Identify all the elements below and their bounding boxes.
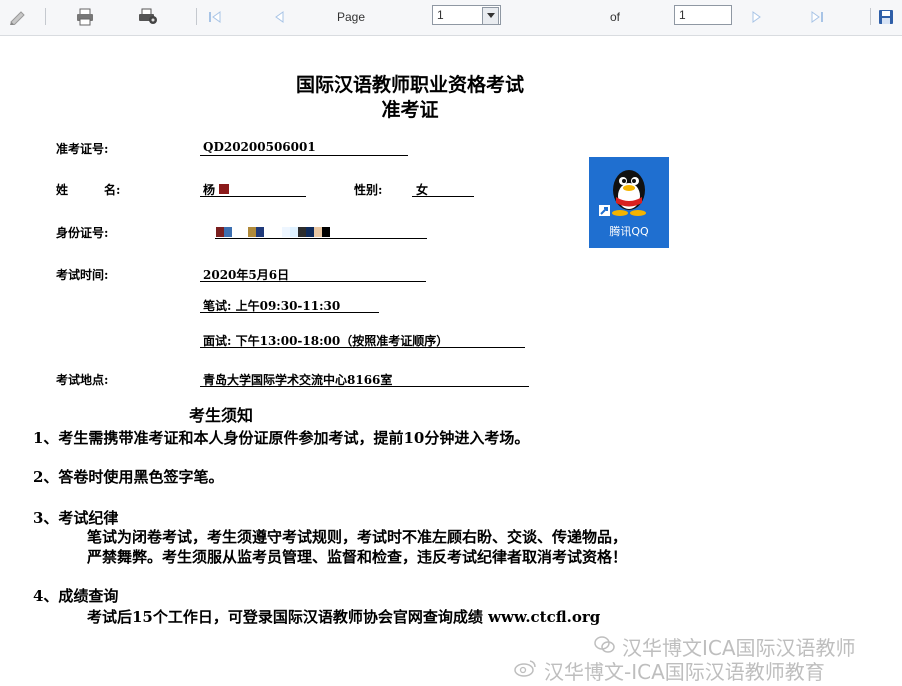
exam-time-label: 考试时间: bbox=[56, 268, 109, 282]
name-label: 姓 名: bbox=[56, 183, 121, 197]
notice-3-line-2: 严禁舞弊。考生须服从监考员管理、监督和检查，违反考试纪律者取消考试资格！ bbox=[87, 548, 628, 566]
notice-1: 1、考生需携带准考证和本人身份证原件参加考试，提前10分钟进入考场。 bbox=[33, 429, 530, 447]
notice-4-heading: 4、成绩查询 bbox=[33, 587, 119, 605]
exam-place-label: 考试地点: bbox=[56, 373, 109, 387]
exam-date-underline bbox=[200, 281, 426, 282]
notice-3-line-1: 笔试为闭卷考试，考生须遵守考试规则，考试时不准左顾右盼、交谈、传递物品， bbox=[87, 528, 628, 546]
ticket-number-label: 准考证号: bbox=[56, 142, 109, 156]
qq-shortcut-label: 腾讯QQ bbox=[609, 225, 649, 238]
of-label: of bbox=[610, 10, 621, 24]
report-viewer-toolbar: Page 1 of 1 bbox=[0, 0, 902, 36]
id-number-underline bbox=[215, 238, 427, 239]
interview-underline bbox=[200, 347, 525, 348]
pencil-icon[interactable] bbox=[8, 7, 28, 27]
print-icon[interactable] bbox=[74, 7, 96, 27]
toolbar-divider bbox=[45, 8, 46, 25]
next-page-icon[interactable] bbox=[748, 7, 766, 27]
admission-ticket-title: 准考证 bbox=[381, 99, 439, 121]
gender-underline bbox=[412, 196, 474, 197]
exam-title: 国际汉语教师职业资格考试 bbox=[295, 74, 524, 96]
notice-2: 2、答卷时使用黑色签字笔。 bbox=[33, 468, 224, 486]
notice-4-line-1: 考试后15个工作日，可登录国际汉语教师协会官网查询成绩 www.ctcfl.or… bbox=[87, 608, 601, 626]
prev-page-icon[interactable] bbox=[270, 7, 288, 27]
first-page-icon[interactable] bbox=[206, 7, 224, 27]
redacted-id-number bbox=[216, 227, 330, 237]
ticket-number-underline bbox=[200, 155, 408, 156]
wechat-icon bbox=[594, 635, 616, 659]
exam-place-underline bbox=[200, 386, 529, 387]
id-number-label: 身份证号: bbox=[56, 226, 109, 240]
notice-title: 考生须知 bbox=[189, 406, 254, 425]
gender-label: 性别: bbox=[354, 183, 383, 197]
weibo-icon bbox=[514, 658, 538, 683]
qq-shortcut-icon[interactable]: 腾讯QQ bbox=[589, 157, 669, 248]
written-exam-underline bbox=[200, 312, 379, 313]
watermark-text-2: 汉华博文-ICA国际汉语教师教育 bbox=[544, 660, 825, 684]
last-page-icon[interactable] bbox=[808, 7, 826, 27]
page-label: Page bbox=[337, 10, 366, 24]
toolbar-divider bbox=[196, 8, 197, 25]
save-icon[interactable] bbox=[877, 7, 895, 27]
notice-3-heading: 3、考试纪律 bbox=[33, 509, 119, 527]
page-select-value: 1 bbox=[437, 8, 444, 22]
toolbar-divider bbox=[870, 8, 871, 25]
total-pages-field[interactable]: 1 bbox=[674, 5, 732, 25]
redacted-name bbox=[219, 184, 229, 194]
chevron-down-icon[interactable] bbox=[482, 7, 499, 25]
watermark-line-2: 汉华博文-ICA国际汉语教师教育 bbox=[514, 656, 825, 685]
ticket-number-value: QD20200506001 bbox=[203, 140, 316, 154]
printer-settings-icon[interactable] bbox=[137, 7, 159, 27]
name-underline bbox=[200, 196, 306, 197]
page-select[interactable]: 1 bbox=[432, 5, 501, 25]
